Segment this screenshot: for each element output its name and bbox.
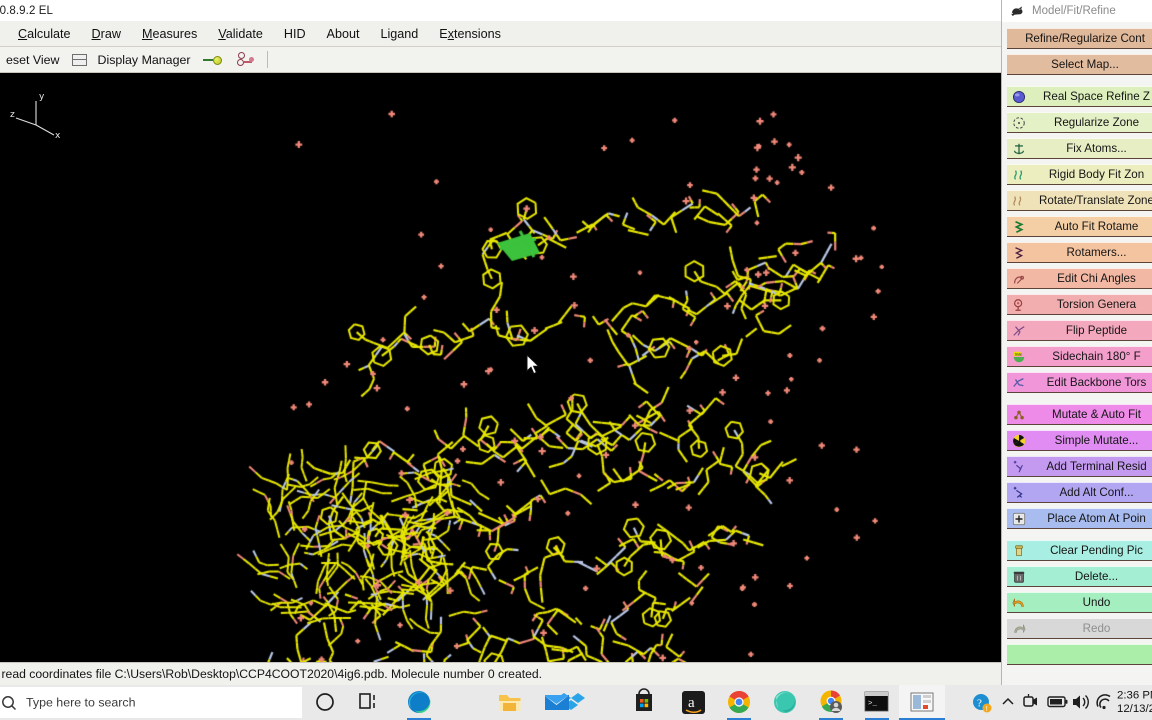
search-input-placeholder: Type here to search	[26, 696, 136, 710]
menu-about[interactable]: About	[317, 24, 371, 44]
btn-place-atom-at-pointer[interactable]: Place Atom At Poin	[1007, 508, 1152, 529]
menu-hid[interactable]: HID	[274, 24, 317, 44]
btn-rigid-body-fit-zone[interactable]: Rigid Body Fit Zon	[1007, 164, 1152, 185]
display-manager-button[interactable]: Display Manager	[92, 51, 197, 69]
btn-flip-peptide[interactable]: Flip Peptide	[1007, 320, 1152, 341]
btn-rotate-translate-zone[interactable]: Rotate/Translate Zone	[1007, 190, 1152, 211]
menu-calculate[interactable]: Calculate	[8, 24, 82, 44]
svg-text:y: y	[39, 92, 45, 102]
terminal-icon[interactable]: >_	[864, 691, 889, 712]
btn-rotamers[interactable]: Rotamers...	[1007, 242, 1152, 263]
coot-title-bar: t 0.8.9.2 EL	[0, 0, 1001, 21]
amazon-icon[interactable]: a	[682, 691, 705, 714]
residue-ring-icon[interactable]	[236, 52, 255, 67]
trash-icon	[1008, 567, 1030, 586]
reset-view-button[interactable]: eset View	[0, 51, 66, 69]
helix-icon	[1008, 165, 1030, 184]
btn-partial-bottom[interactable]	[1007, 644, 1152, 665]
menu-draw[interactable]: Draw	[82, 24, 132, 44]
axes-indicator: y x z	[10, 92, 61, 141]
btn-undo[interactable]: Undo	[1007, 592, 1152, 613]
molecular-viewport[interactable]: y x z	[0, 73, 1001, 662]
svg-text:a: a	[688, 695, 695, 711]
btn-add-terminal-residue[interactable]: Add Terminal Resid	[1007, 456, 1152, 477]
btn-refine-regularize-control[interactable]: Refine/Regularize Cont	[1007, 28, 1152, 49]
panel-title-bar: Model/Fit/Refine	[1002, 0, 1152, 22]
btn-delete[interactable]: Delete...	[1007, 566, 1152, 587]
menu-measures[interactable]: Measures	[132, 24, 208, 44]
mutate-icon	[1008, 405, 1030, 424]
screen-root: t 0.8.9.2 EL Calculate Draw Measures Val…	[0, 0, 1152, 720]
svg-text:z: z	[10, 110, 15, 120]
windows-taskbar: Type here to search a >_ ? ! 2:36 P 12/1…	[0, 685, 1152, 720]
btn-edit-backbone-torsions[interactable]: Edit Backbone Tors	[1007, 372, 1152, 393]
clear-picks-icon	[1008, 541, 1030, 560]
taskbar-clock-date: 12/13/20	[1117, 703, 1152, 715]
undo-arrow-icon	[1008, 593, 1030, 612]
svg-text:>_: >_	[868, 700, 878, 708]
plus-box-icon	[1008, 509, 1030, 528]
chi-angle-icon	[1008, 269, 1030, 288]
svg-text:x: x	[55, 131, 61, 141]
add-terminal-icon	[1008, 457, 1030, 476]
taskbar-clock-time: 2:36 PM	[1117, 690, 1152, 702]
btn-real-space-refine-zone[interactable]: Real Space Refine Z	[1007, 86, 1152, 107]
menu-extensions[interactable]: Extensions	[429, 24, 512, 44]
torsion-icon	[1008, 295, 1030, 314]
btn-fix-atoms[interactable]: Fix Atoms...	[1007, 138, 1152, 159]
svg-text:Side: Side	[1015, 352, 1022, 356]
mail-icon-shape[interactable]	[545, 695, 568, 710]
teal-browser-icon[interactable]	[774, 691, 796, 713]
model-fit-refine-panel: Model/Fit/Refine Refine/Regularize Cont …	[1001, 0, 1152, 685]
status-bar: y read coordinates file C:\Users\Rob\Des…	[0, 662, 1001, 685]
svg-text:?: ?	[977, 698, 982, 710]
redo-arrow-icon	[1008, 619, 1030, 638]
panel-title: Model/Fit/Refine	[1032, 5, 1116, 17]
add-altconf-icon	[1008, 483, 1030, 502]
molecule-render-canvas[interactable]	[0, 73, 1001, 662]
mouse-cursor	[526, 354, 540, 375]
sidechain-flip-icon: Side	[1008, 347, 1030, 366]
display-manager-icon	[71, 53, 87, 66]
btn-sidechain-180-flip[interactable]: Side Sidechain 180° F	[1007, 346, 1152, 367]
btn-mutate-and-auto-fit[interactable]: Mutate & Auto Fit	[1007, 404, 1152, 425]
coot-window-icon[interactable]	[899, 685, 945, 720]
btn-torsion-general[interactable]: Torsion Genera	[1007, 294, 1152, 315]
flip-peptide-icon	[1008, 321, 1030, 340]
menu-ligand[interactable]: Ligand	[370, 24, 429, 44]
anchor-icon	[1008, 139, 1030, 158]
menu-validate[interactable]: Validate	[208, 24, 274, 44]
btn-edit-chi-angles[interactable]: Edit Chi Angles	[1007, 268, 1152, 289]
btn-add-alt-conf[interactable]: Add Alt Conf...	[1007, 482, 1152, 503]
btn-regularize-zone[interactable]: Regularize Zone	[1007, 112, 1152, 133]
tool-bar: eset View Display Manager	[0, 47, 1001, 73]
toolbar-separator	[267, 51, 269, 68]
menu-bar: Calculate Draw Measures Validate HID Abo…	[0, 21, 1001, 47]
green-ball-atom-icon[interactable]	[203, 53, 223, 67]
backbone-torsion-icon	[1008, 373, 1030, 392]
rotamer-dark-icon	[1008, 243, 1030, 262]
btn-select-map[interactable]: Select Map...	[1007, 54, 1152, 75]
panel-button-list: Refine/Regularize Cont Select Map... Rea…	[1002, 22, 1152, 685]
coot-bird-icon	[1011, 6, 1023, 17]
double-helix-icon	[1008, 191, 1030, 210]
rotamer-green-icon	[1008, 217, 1030, 236]
coot-main-window: t 0.8.9.2 EL Calculate Draw Measures Val…	[0, 0, 1001, 685]
radioactive-icon	[1008, 431, 1030, 450]
btn-auto-fit-rotamer[interactable]: Auto Fit Rotame	[1007, 216, 1152, 237]
btn-redo[interactable]: Redo	[1007, 618, 1152, 639]
status-message: y read coordinates file C:\Users\Rob\Des…	[0, 667, 543, 681]
circle-dash-icon	[1008, 113, 1030, 132]
svg-text:!: !	[986, 706, 988, 713]
window-title: t 0.8.9.2 EL	[0, 4, 54, 17]
blue-sphere-icon	[1008, 87, 1030, 106]
btn-simple-mutate[interactable]: Simple Mutate...	[1007, 430, 1152, 451]
btn-clear-pending-picks[interactable]: Clear Pending Pic	[1007, 540, 1152, 561]
